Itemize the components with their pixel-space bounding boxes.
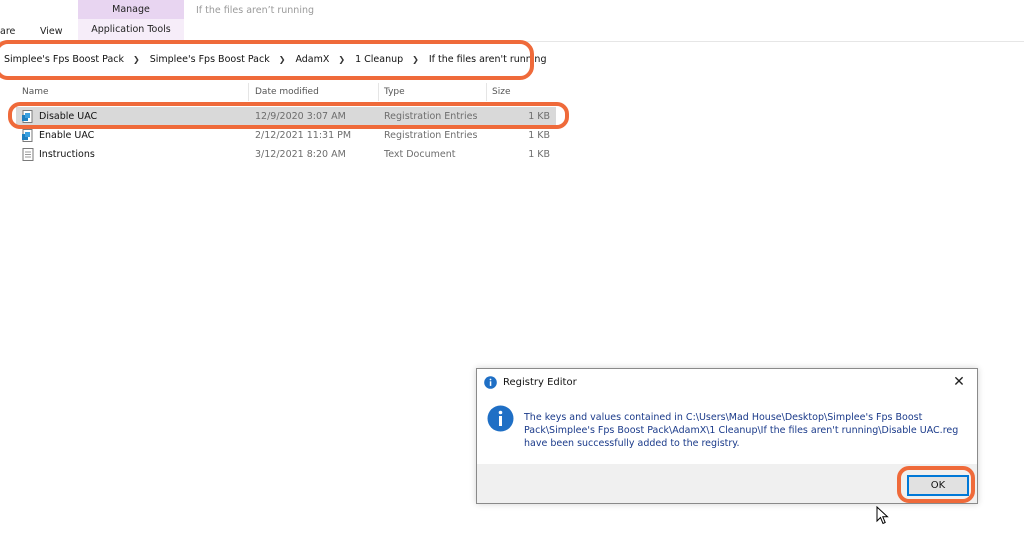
ribbon-tab-view[interactable]: View: [40, 26, 63, 37]
dialog-title: Registry Editor: [503, 377, 577, 388]
mouse-cursor-icon: [876, 506, 889, 525]
column-header-name[interactable]: Name: [22, 84, 49, 100]
dialog-message-line: Pack\Simplee's Fps Boost Pack\AdamX\1 Cl…: [524, 425, 959, 436]
ribbon-tab-manage[interactable]: Manage: [78, 0, 184, 19]
file-date: 3/12/2021 8:20 AM: [255, 149, 346, 160]
ribbon-tab-share[interactable]: are: [0, 26, 15, 37]
column-divider[interactable]: [248, 83, 249, 101]
info-icon: [487, 405, 514, 432]
application-tools-tab[interactable]: Application Tools: [78, 24, 184, 35]
text-file-icon: [22, 148, 34, 161]
column-header-size[interactable]: Size: [492, 84, 510, 100]
row-highlight-annotation: [8, 102, 569, 129]
ribbon: are View Manage Application Tools If the…: [0, 0, 1024, 42]
address-highlight-annotation: [0, 40, 534, 80]
column-divider[interactable]: [486, 83, 487, 101]
window-title: If the files aren’t running: [196, 5, 315, 16]
file-row[interactable]: Instructions 3/12/2021 8:20 AM Text Docu…: [16, 145, 556, 164]
column-header-date[interactable]: Date modified: [255, 84, 319, 100]
ok-highlight-annotation: [897, 466, 975, 503]
dialog-message-line: have been successfully added to the regi…: [524, 438, 740, 449]
registry-file-icon: [22, 129, 33, 142]
file-name: Instructions: [39, 149, 95, 160]
dialog-message: The keys and values contained in C:\User…: [524, 411, 964, 450]
file-size: 1 KB: [528, 149, 550, 160]
column-header-type[interactable]: Type: [384, 84, 405, 100]
dialog-message-line: The keys and values contained in C:\User…: [524, 412, 923, 423]
info-icon: [484, 376, 497, 389]
close-icon[interactable]: ✕: [949, 372, 969, 392]
file-type: Text Document: [384, 149, 456, 160]
column-divider[interactable]: [378, 83, 379, 101]
